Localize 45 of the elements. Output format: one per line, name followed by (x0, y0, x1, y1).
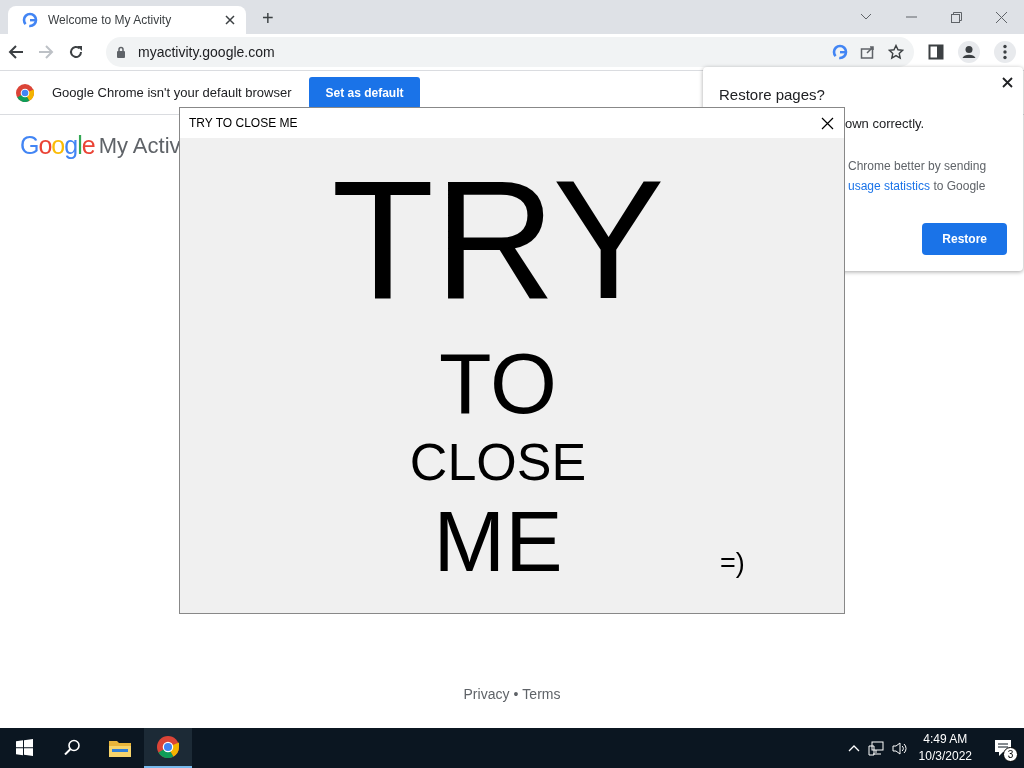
google-favicon-icon (22, 12, 38, 28)
default-browser-message: Google Chrome isn't your default browser (52, 85, 292, 100)
product-title: My Activ (98, 132, 181, 159)
crash-message: own correctly. (845, 116, 925, 131)
menu-icon[interactable] (994, 41, 1016, 63)
chrome-logo-icon (16, 83, 34, 102)
browser-tab[interactable]: Welcome to My Activity (8, 6, 246, 34)
big-text-line: TRY (331, 156, 665, 324)
big-text-line: TO (439, 340, 557, 426)
clock[interactable]: 4:49 AM 10/3/2022 (918, 731, 972, 765)
google-icon[interactable] (832, 44, 848, 60)
profile-avatar-icon[interactable] (958, 41, 980, 63)
windows-start-icon[interactable] (15, 738, 33, 756)
close-icon[interactable] (1002, 77, 1013, 88)
set-default-button[interactable]: Set as default (309, 76, 420, 109)
side-panel-icon[interactable] (928, 44, 944, 60)
notification-count: 3 (1003, 747, 1018, 762)
speaker-icon[interactable] (891, 740, 907, 756)
chevron-up-icon[interactable] (847, 743, 860, 753)
chevron-down-icon[interactable] (860, 13, 872, 21)
usage-statistics-link[interactable]: usage statistics (848, 179, 931, 193)
restore-button[interactable]: Restore (922, 223, 1007, 255)
new-tab-button[interactable]: + (258, 7, 278, 30)
network-icon[interactable] (867, 740, 884, 756)
dialog-title: TRY TO CLOSE ME (189, 116, 299, 130)
address-bar[interactable]: myactivity.google.com (106, 37, 914, 67)
big-text-line: ME (433, 498, 563, 584)
smiley-text: =) (720, 548, 745, 579)
chrome-logo-icon[interactable] (157, 736, 179, 758)
footer-link[interactable]: Terms (522, 686, 561, 702)
usage-statistics-text: Chrome better by sending usage statistics to Google (848, 158, 987, 195)
search-icon[interactable] (64, 739, 80, 755)
restore-icon[interactable] (951, 11, 962, 23)
big-text-line: CLOSE (409, 436, 587, 488)
reload-icon[interactable] (68, 44, 84, 60)
separator-dot: • (513, 686, 519, 702)
footer-link[interactable]: Privacy (463, 686, 510, 702)
lock-icon (116, 46, 126, 58)
share-icon[interactable] (860, 44, 876, 60)
google-logo: Google (20, 131, 95, 160)
back-arrow-icon[interactable] (8, 44, 24, 60)
close-icon[interactable] (224, 14, 236, 26)
bubble-title: Restore pages? (719, 86, 825, 103)
close-icon[interactable] (821, 116, 834, 130)
star-icon[interactable] (888, 44, 904, 60)
